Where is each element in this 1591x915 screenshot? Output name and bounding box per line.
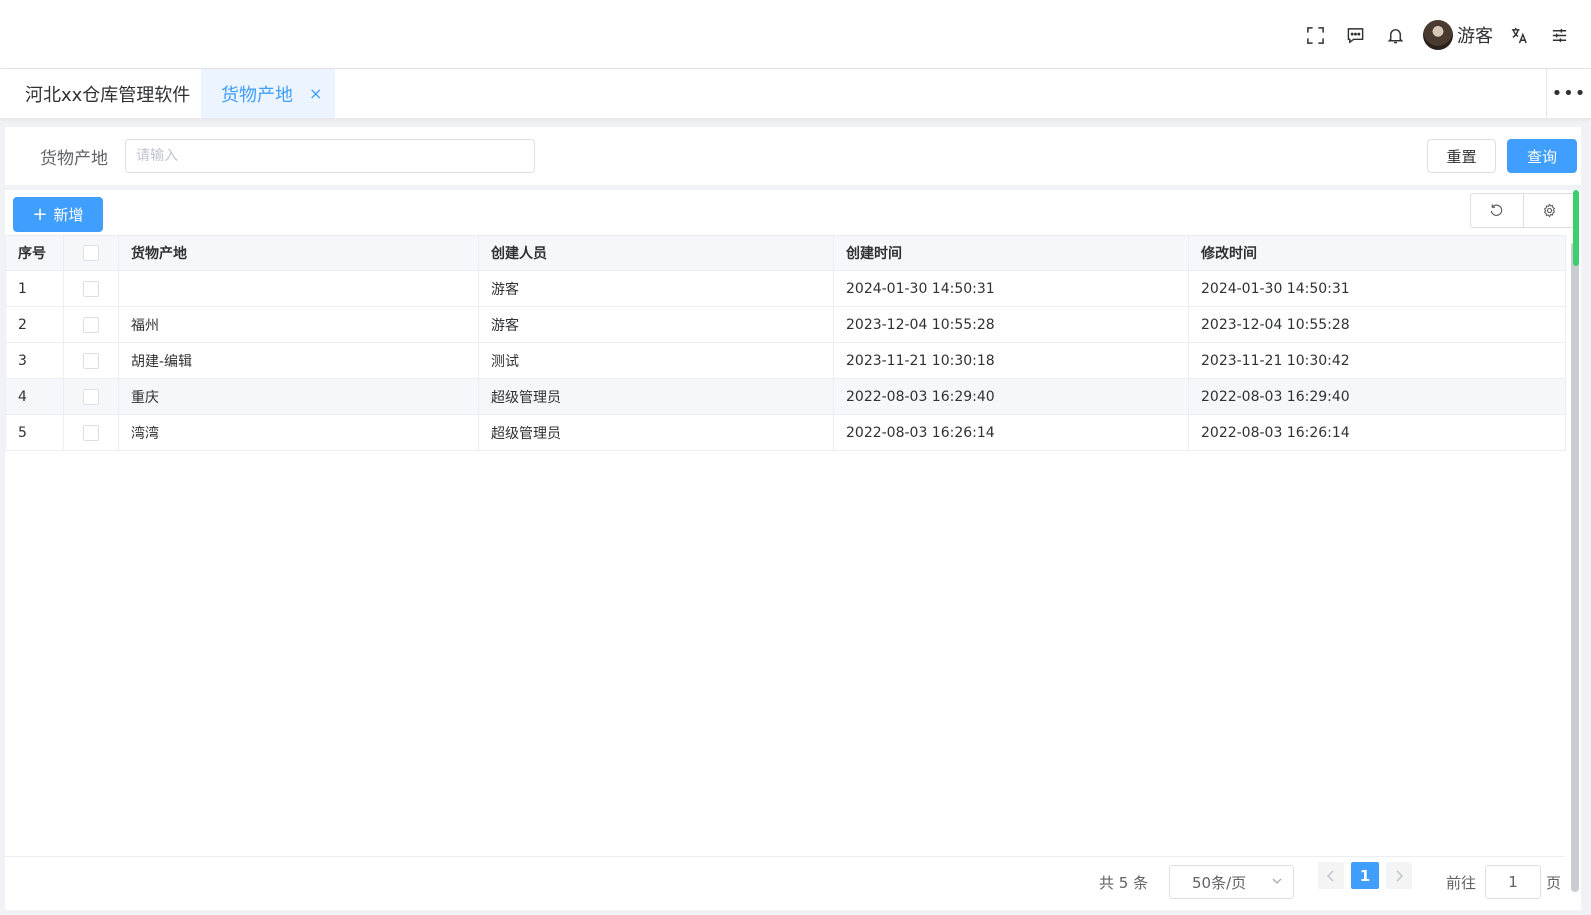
plus-icon: + <box>32 204 48 225</box>
table-row[interactable]: 1 游客 2024-01-30 14:50:31 2024-01-30 14:5… <box>5 270 1566 307</box>
cell-created: 2022-08-03 16:26:14 <box>833 414 1189 451</box>
chevron-right-icon <box>1396 869 1404 882</box>
gear-icon[interactable] <box>1522 194 1576 227</box>
table-row[interactable]: 2 福州 游客 2023-12-04 10:55:28 2023-12-04 1… <box>5 306 1566 343</box>
cell-origin <box>118 270 479 307</box>
translate-icon[interactable] <box>1499 18 1539 52</box>
fullscreen-icon[interactable] <box>1295 18 1335 52</box>
goods-origin-table: 序号 货物产地 创建人员 创建时间 修改时间 1 游客 2024-01-30 1… <box>5 235 1566 451</box>
chevron-left-icon <box>1326 869 1334 882</box>
divider <box>5 856 1565 857</box>
goto-page-input[interactable] <box>1485 865 1541 899</box>
row-checkbox[interactable] <box>83 280 99 297</box>
prev-page-button[interactable] <box>1318 862 1344 889</box>
next-page-button[interactable] <box>1386 862 1412 889</box>
header-actions: 游客 <box>1295 18 1579 52</box>
page-number-current[interactable]: 1 <box>1351 862 1379 889</box>
col-header-index: 序号 <box>5 235 64 271</box>
table-tools <box>1470 193 1576 228</box>
tab-home-label: 河北xx仓库管理软件 <box>25 84 191 106</box>
col-header-created: 创建时间 <box>833 235 1189 271</box>
cell-origin: 重庆 <box>118 378 479 415</box>
add-button[interactable]: + 新增 <box>13 197 103 232</box>
chevron-down-icon <box>1271 873 1283 891</box>
cell-creator: 超级管理员 <box>478 378 834 415</box>
row-checkbox[interactable] <box>83 352 99 369</box>
cell-index: 2 <box>5 306 64 343</box>
cell-created: 2023-12-04 10:55:28 <box>833 306 1189 343</box>
cell-modified: 2023-11-21 10:30:42 <box>1188 342 1566 379</box>
cell-creator: 测试 <box>478 342 834 379</box>
page-size-value: 50条/页 <box>1192 873 1247 892</box>
search-panel: 货物产地 重置 查询 <box>5 127 1581 185</box>
main-panel: + 新增 序号 货物产地 创建人员 创建时间 修改时间 1 游客 2024-01… <box>5 190 1581 910</box>
row-checkbox-cell <box>63 306 119 343</box>
cell-index: 5 <box>5 414 64 451</box>
table-row[interactable]: 4 重庆 超级管理员 2022-08-03 16:29:40 2022-08-0… <box>5 378 1566 415</box>
cell-modified: 2024-01-30 14:50:31 <box>1188 270 1566 307</box>
select-all-checkbox-cell <box>63 235 119 271</box>
select-all-checkbox[interactable] <box>83 245 99 261</box>
col-header-modified: 修改时间 <box>1188 235 1566 271</box>
bell-icon[interactable] <box>1375 18 1415 52</box>
message-icon[interactable] <box>1335 18 1375 52</box>
tab-goods-origin-label: 货物产地 <box>221 84 293 106</box>
page-size-select[interactable]: 50条/页 <box>1169 865 1294 899</box>
settings-sliders-icon[interactable] <box>1539 18 1579 52</box>
cell-modified: 2022-08-03 16:26:14 <box>1188 414 1566 451</box>
cell-created: 2022-08-03 16:29:40 <box>833 378 1189 415</box>
row-checkbox-cell <box>63 270 119 307</box>
cell-origin: 福州 <box>118 306 479 343</box>
avatar <box>1423 20 1453 50</box>
cell-created: 2024-01-30 14:50:31 <box>833 270 1189 307</box>
tab-goods-origin[interactable]: 货物产地 × <box>201 69 335 118</box>
cell-origin: 胡建-编辑 <box>118 342 479 379</box>
close-icon[interactable]: × <box>309 84 322 103</box>
cell-modified: 2022-08-03 16:29:40 <box>1188 378 1566 415</box>
cell-creator: 游客 <box>478 306 834 343</box>
row-checkbox[interactable] <box>83 316 99 333</box>
cell-creator: 游客 <box>478 270 834 307</box>
cell-origin: 湾湾 <box>118 414 479 451</box>
row-checkbox-cell <box>63 414 119 451</box>
cell-modified: 2023-12-04 10:55:28 <box>1188 306 1566 343</box>
row-checkbox-cell <box>63 342 119 379</box>
refresh-icon[interactable] <box>1471 194 1523 227</box>
more-icon[interactable]: ••• <box>1546 69 1591 118</box>
table-header-row: 序号 货物产地 创建人员 创建时间 修改时间 <box>5 235 1566 271</box>
query-button[interactable]: 查询 <box>1507 139 1577 173</box>
cell-index: 3 <box>5 342 64 379</box>
cell-index: 4 <box>5 378 64 415</box>
table-row[interactable]: 5 湾湾 超级管理员 2022-08-03 16:26:14 2022-08-0… <box>5 414 1566 451</box>
col-header-creator: 创建人员 <box>478 235 834 271</box>
col-header-origin: 货物产地 <box>118 235 479 271</box>
cell-creator: 超级管理员 <box>478 414 834 451</box>
page-suffix-label: 页 <box>1546 873 1562 892</box>
add-button-label: 新增 <box>53 206 84 224</box>
table-row[interactable]: 3 胡建-编辑 测试 2023-11-21 10:30:18 2023-11-2… <box>5 342 1566 379</box>
reset-button[interactable]: 重置 <box>1427 139 1496 173</box>
goto-label: 前往 <box>1446 873 1477 892</box>
user-name: 游客 <box>1457 26 1493 47</box>
scroll-indicator <box>1573 190 1579 266</box>
cell-index: 1 <box>5 270 64 307</box>
search-label: 货物产地 <box>40 149 108 169</box>
tabs-bar: 河北xx仓库管理软件 货物产地 × ••• <box>0 69 1591 119</box>
scrollbar-thumb[interactable] <box>1571 242 1579 892</box>
row-checkbox[interactable] <box>83 424 99 441</box>
top-header: 游客 <box>0 0 1591 69</box>
pagination-total: 共 5 条 <box>1099 873 1149 892</box>
tab-home[interactable]: 河北xx仓库管理软件 <box>0 69 201 118</box>
user-menu[interactable]: 游客 <box>1423 18 1493 52</box>
row-checkbox-cell <box>63 378 119 415</box>
goods-origin-search-input[interactable] <box>125 139 535 173</box>
cell-created: 2023-11-21 10:30:18 <box>833 342 1189 379</box>
row-checkbox[interactable] <box>83 388 99 405</box>
